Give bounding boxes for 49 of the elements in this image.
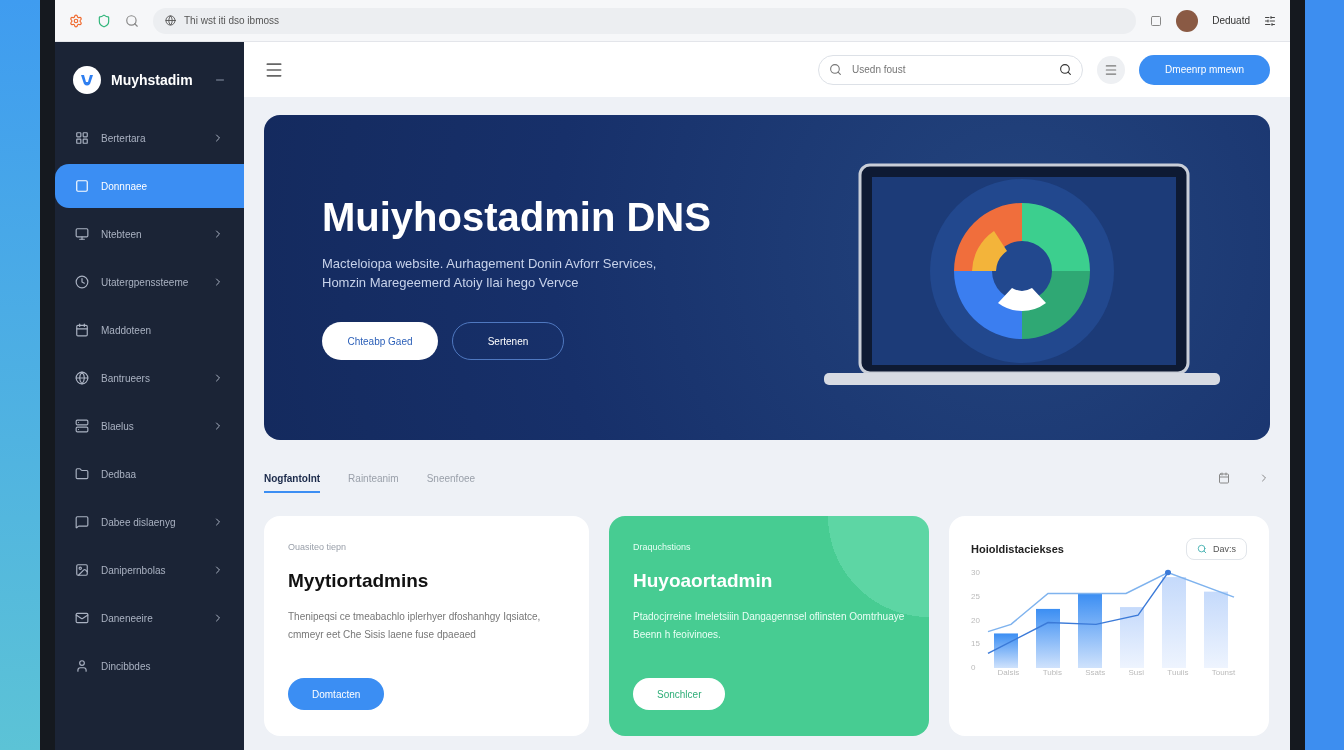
card-description: Ptadocjrreine Imeletsiiin Dangagennsel oflinsten Oomtrhuaye Beenn h feoivinoes. [633,610,905,642]
chart-bar [1119,607,1144,668]
sidebar-item[interactable]: Bertertara [55,116,244,160]
card-eyebrow: Draquchstions [633,542,692,552]
primary-button[interactable]: Chteabp Gaed [322,322,438,360]
sidebar-item[interactable]: Utatergpenssteeme [55,260,244,304]
filter-button[interactable] [1097,55,1126,84]
chart-bar [993,633,1018,668]
sidebar-item[interactable]: Dincibbdes [55,644,244,688]
card-description: Thenipeqsi ce tmeabachlo iplerhyer dfoshanhgy Iqsiatce, cmmeyr eet Che Sisis laene fuse dpaeaed [288,610,542,642]
window-icon[interactable] [1150,14,1163,27]
axis-label: Dalsis [997,668,1020,677]
axis-label: Tuuiis [1167,668,1189,677]
hero-subtitle: Macteloiopa website. Aurhagement Donin Avforr Services, [322,255,658,273]
axis-label: 15 [971,639,980,649]
sidebar-item[interactable]: Bantrueers [55,356,244,400]
chart-button[interactable]: Dav:s [1186,538,1247,560]
sidebar-item[interactable]: Ntebteen [55,212,244,256]
axis-label: 25 [971,591,980,601]
logo-icon [73,66,101,94]
search-icon [1197,544,1207,554]
avatar[interactable] [1176,9,1199,32]
address-bar[interactable]: Thi wst iti dso ibmoss [153,7,1137,34]
shield-icon[interactable] [97,13,111,28]
sidebar-item[interactable]: Dedbaa [55,452,244,496]
sidebar-item[interactable]: Dabee dislaenyg [55,500,244,544]
sidebar-item[interactable]: Blaelus [55,404,244,448]
more-icon[interactable] [1264,14,1276,27]
search-input[interactable]: Usedn foust [850,63,1052,76]
gear-icon[interactable] [69,13,83,28]
tab[interactable]: Nogfantolnt [264,463,321,493]
chart-bar [1035,608,1060,668]
sidebar-item[interactable]: Danipernbolas [55,548,244,592]
address-text: Thi wst iti dso ibmoss [184,15,280,26]
search-icon[interactable] [1059,63,1073,76]
calendar-icon[interactable] [1218,472,1230,484]
card-title: Huyoaortadmin [633,570,774,592]
hero-subtitle: Homzin Maregeemerd Atoiy Ilai hego Vervce [322,274,580,292]
chart-title: Hoioldistaciekses [971,543,1064,555]
sidebar-item[interactable]: Maddoteen [55,308,244,352]
search-icon [829,63,843,76]
sidebar-item[interactable]: Daneneeire [55,596,244,640]
card-title: Myytiortadmins [288,570,430,592]
brand-name: Muyhstadim [111,72,194,88]
globe-icon [165,15,176,26]
user-name: Deduatd [1212,15,1250,26]
hero-title: Muiyhostadmin DNS [322,195,712,240]
card-eyebrow: Ouasiteo tiepn [288,542,348,552]
chart-point [1164,569,1171,576]
